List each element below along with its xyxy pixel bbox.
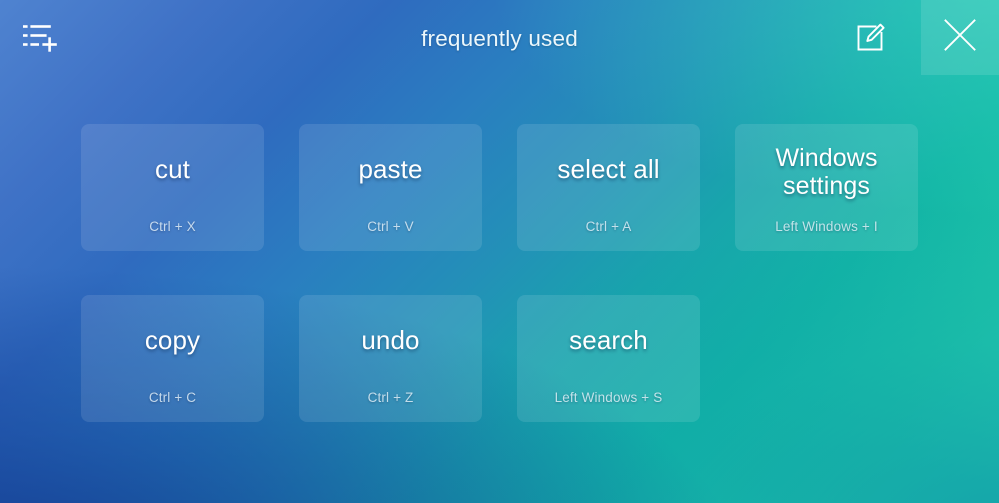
tile-shortcut: Ctrl + X [149, 219, 196, 234]
shortcut-tiles-grid: cut Ctrl + X paste Ctrl + V select all C… [81, 124, 921, 466]
tile-label: select all [557, 154, 660, 185]
close-x-icon [943, 18, 977, 57]
tile-label: cut [155, 154, 190, 185]
frequently-used-window: frequently used cut Ctrl + X paste Ctrl … [0, 0, 999, 503]
tile-row: cut Ctrl + X paste Ctrl + V select all C… [81, 124, 921, 251]
tile-label: undo [361, 325, 420, 356]
tile-paste[interactable]: paste Ctrl + V [299, 124, 482, 251]
tile-row: copy Ctrl + C undo Ctrl + Z search Left … [81, 295, 921, 422]
tile-windows-settings[interactable]: Windows settings Left Windows + I [735, 124, 918, 251]
tile-search[interactable]: search Left Windows + S [517, 295, 700, 422]
tile-copy[interactable]: copy Ctrl + C [81, 295, 264, 422]
tile-shortcut: Ctrl + V [367, 219, 414, 234]
tile-shortcut: Ctrl + C [148, 390, 197, 405]
tile-shortcut: Ctrl + A [585, 219, 632, 234]
tile-shortcut: Left Windows + S [554, 390, 663, 405]
list-add-icon [23, 23, 59, 58]
add-to-list-button[interactable] [19, 20, 63, 60]
tile-select-all[interactable]: select all Ctrl + A [517, 124, 700, 251]
edit-square-pencil-icon [854, 22, 886, 59]
tile-shortcut: Ctrl + Z [367, 390, 414, 405]
tile-label: search [569, 325, 648, 356]
tile-label: Windows settings [775, 144, 878, 200]
tile-cut[interactable]: cut Ctrl + X [81, 124, 264, 251]
tile-label: copy [144, 325, 201, 356]
close-button[interactable] [921, 0, 999, 75]
tile-shortcut: Left Windows + I [775, 219, 878, 234]
window-titlebar: frequently used [0, 0, 999, 78]
tile-undo[interactable]: undo Ctrl + Z [299, 295, 482, 422]
tile-label: paste [358, 154, 423, 185]
edit-button[interactable] [848, 18, 892, 62]
